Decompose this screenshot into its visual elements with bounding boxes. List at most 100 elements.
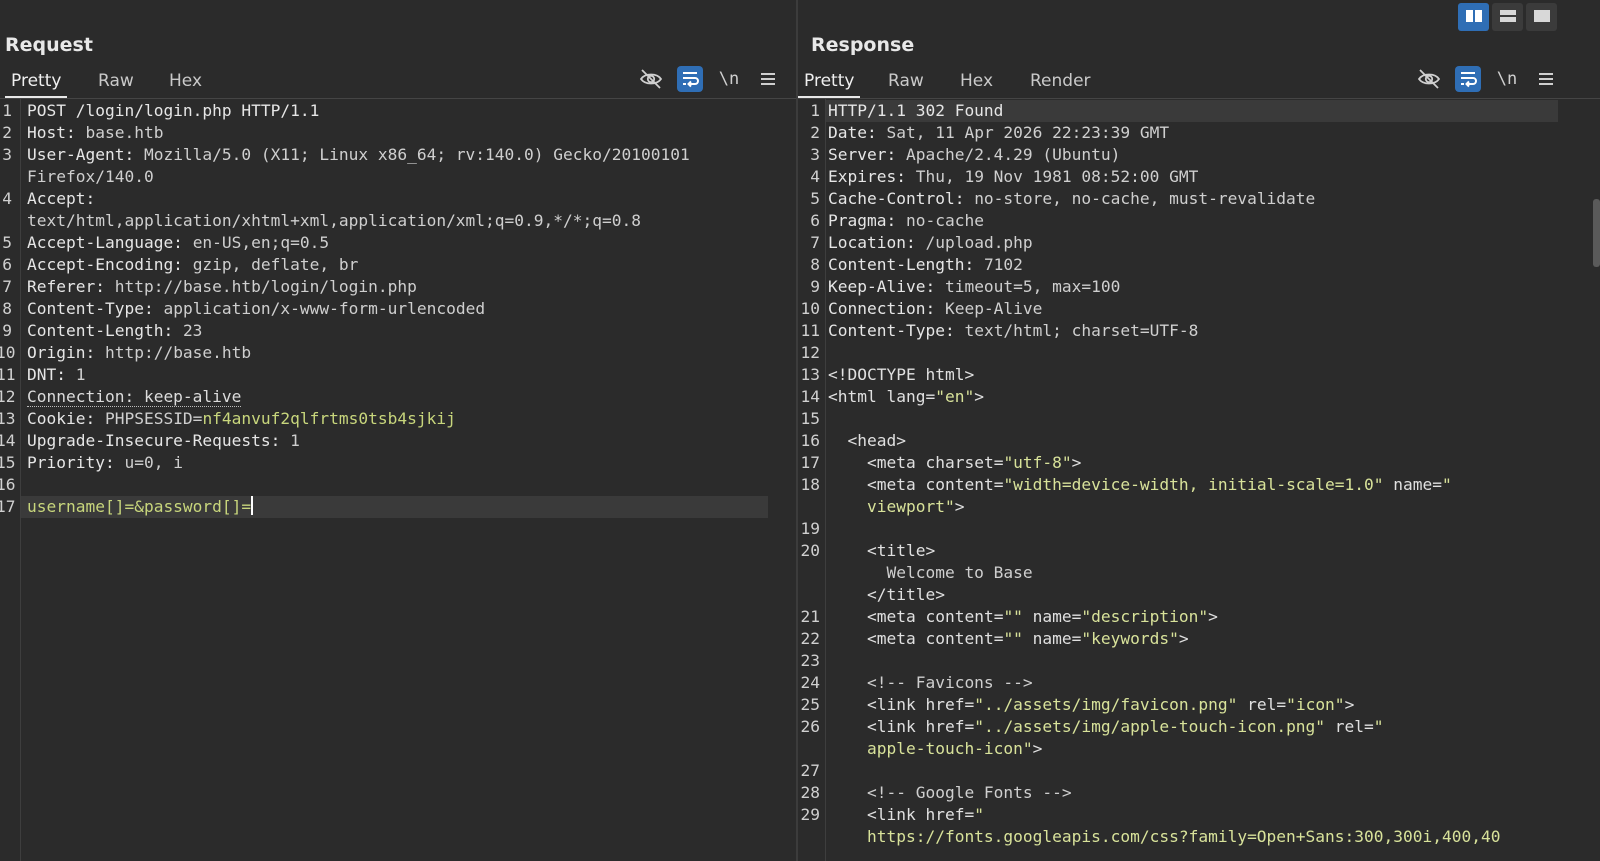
code-token: Connection: [828, 299, 945, 318]
code-text: Pragma: no-cache [828, 210, 984, 232]
newline-toggle[interactable]: \n [716, 66, 742, 92]
response-tab-render[interactable]: Render [1024, 66, 1097, 97]
code-line[interactable]: 20 <title> Welcome to Base </title> [798, 540, 1600, 606]
code-token: "" [1003, 629, 1023, 648]
wrap-lines-icon[interactable] [677, 66, 703, 92]
code-line[interactable]: 10 Origin: http://base.htb [0, 342, 796, 364]
code-token: <meta [828, 629, 926, 648]
code-line[interactable]: 5 Accept-Language: en-US,en;q=0.5 [0, 232, 796, 254]
response-tab-pretty[interactable]: Pretty [798, 66, 861, 98]
hamburger-menu-icon[interactable] [755, 66, 781, 92]
code-token: Referer: [27, 277, 115, 296]
code-line[interactable]: 15 [798, 408, 1600, 430]
request-tab-hex[interactable]: Hex [163, 66, 208, 97]
code-line[interactable]: 29 <link href=" https://fonts.googleapis… [798, 804, 1600, 848]
code-token: "" [1003, 607, 1023, 626]
code-line[interactable]: 14 <html lang="en"> [798, 386, 1600, 408]
code-line[interactable]: 16 <head> [798, 430, 1600, 452]
code-line[interactable]: 5 Cache-Control: no-store, no-cache, must… [798, 188, 1600, 210]
code-line[interactable]: 7 Location: /upload.php [798, 232, 1600, 254]
code-line[interactable]: 15 Priority: u=0, i [0, 452, 796, 474]
line-number: 3 [810, 145, 820, 164]
code-line[interactable]: 1 POST /login/login.php HTTP/1.1 [0, 100, 796, 122]
line-number: 18 [800, 475, 821, 494]
code-token: 23 [182, 321, 203, 340]
code-line[interactable]: 6 Pragma: no-cache [798, 210, 1600, 232]
wrap-lines-icon[interactable] [1455, 66, 1481, 92]
code-line[interactable]: 9 Content-Length: 23 [0, 320, 796, 342]
code-line[interactable]: 4 Expires: Thu, 19 Nov 1981 08:52:00 GMT [798, 166, 1600, 188]
code-token: Upgrade-Insecure-Requests: [27, 431, 291, 450]
code-line[interactable]: 11 Content-Type: text/html; charset=UTF-8 [798, 320, 1600, 342]
response-tab-raw[interactable]: Raw [882, 66, 930, 97]
request-tab-pretty[interactable]: Pretty [5, 66, 68, 98]
eye-off-icon[interactable] [1416, 66, 1442, 92]
code-line[interactable]: 18 <meta content="width=device-width, in… [798, 474, 1600, 518]
code-line[interactable]: 25 <link href="../assets/img/favicon.png… [798, 694, 1600, 716]
response-tab-hex[interactable]: Hex [954, 66, 999, 97]
code-token: lang= [886, 387, 936, 406]
code-line[interactable]: 1 HTTP/1.1 302 Found [798, 100, 1600, 122]
code-line[interactable]: 9 Keep-Alive: timeout=5, max=100 [798, 276, 1600, 298]
code-line[interactable]: 13 Cookie: PHPSESSID=nf4anvuf2qlfrtms0tsb… [0, 408, 796, 430]
code-line[interactable]: 21 <meta content="" name="description"> [798, 606, 1600, 628]
code-text: Accept-Language: en-US,en;q=0.5 [27, 232, 329, 254]
code-line[interactable]: 2 Date: Sat, 11 Apr 2026 22:23:39 GMT [798, 122, 1600, 144]
code-line[interactable]: 8 Content-Type: application/x-www-form-ur… [0, 298, 796, 320]
code-token: > [1208, 607, 1218, 626]
code-line[interactable]: 23 [798, 650, 1600, 672]
code-token: Priority: [27, 453, 125, 472]
line-number: 5 [810, 189, 820, 208]
response-editor[interactable]: 1 HTTP/1.1 302 Found 2 Date: Sat, 11 Apr 20… [798, 99, 1600, 861]
line-number: 15 [800, 409, 821, 428]
code-line[interactable]: 3 User-Agent: Mozilla/5.0 (X11; Linux x86… [0, 144, 796, 188]
line-number: 4 [2, 189, 12, 208]
code-line[interactable]: 13 <!DOCTYPE html> [798, 364, 1600, 386]
code-line[interactable]: 12 [798, 342, 1600, 364]
code-line[interactable]: 7 Referer: http://base.htb/login/login.ph… [0, 276, 796, 298]
code-token: "description" [1081, 607, 1209, 626]
code-token: <meta [828, 453, 926, 472]
code-token: " [974, 805, 984, 824]
code-token: <link [828, 695, 926, 714]
code-line[interactable]: 27 [798, 760, 1600, 782]
code-line[interactable]: 6 Accept-Encoding: gzip, deflate, br [0, 254, 796, 276]
code-token: Thu, 19 Nov 1981 08:52:00 GMT [915, 167, 1199, 186]
request-title: Request [5, 34, 93, 56]
code-token: Content-Length: [828, 255, 984, 274]
code-line[interactable]: 17 username[]=&password[]= [0, 496, 796, 518]
code-line[interactable]: 10 Connection: Keep-Alive [798, 298, 1600, 320]
code-token: u=0, i [124, 453, 183, 472]
response-scrollbar[interactable] [1593, 199, 1600, 267]
code-line[interactable]: 3 Server: Apache/2.4.29 (Ubuntu) [798, 144, 1600, 166]
response-title: Response [811, 34, 915, 56]
code-line[interactable]: 11 DNT: 1 [0, 364, 796, 386]
request-tab-raw[interactable]: Raw [92, 66, 140, 97]
code-line[interactable]: 24 <!-- Favicons --> [798, 672, 1600, 694]
line-number: 6 [2, 255, 12, 274]
hamburger-menu-icon[interactable] [1533, 66, 1559, 92]
code-line[interactable]: 19 [798, 518, 1600, 540]
code-text: <meta charset="utf-8"> [828, 452, 1081, 474]
code-line[interactable]: 4 Accept: text/html,application/xhtml+xml,… [0, 188, 796, 232]
line-number: 17 [800, 453, 821, 472]
code-line[interactable]: 12 Connection: keep-alive [0, 386, 796, 408]
line-number: 25 [800, 695, 821, 714]
eye-off-icon[interactable] [638, 66, 664, 92]
code-line[interactable]: 8 Content-Length: 7102 [798, 254, 1600, 276]
code-line[interactable]: 22 <meta content="" name="keywords"> [798, 628, 1600, 650]
code-text: User-Agent: Mozilla/5.0 (X11; Linux x86_… [27, 144, 690, 166]
code-line[interactable]: 16 [0, 474, 796, 496]
request-editor[interactable]: 1 POST /login/login.php HTTP/1.1 2 Host: ba… [0, 99, 796, 861]
code-line[interactable]: 2 Host: base.htb [0, 122, 796, 144]
code-line[interactable]: 26 <link href="../assets/img/apple-touch… [798, 716, 1600, 760]
line-number: 1 [2, 101, 12, 120]
code-text: <html lang="en"> [828, 386, 984, 408]
code-line[interactable]: 17 <meta charset="utf-8"> [798, 452, 1600, 474]
code-line[interactable]: 14 Upgrade-Insecure-Requests: 1 [0, 430, 796, 452]
code-line[interactable]: 28 <!-- Google Fonts --> [798, 782, 1600, 804]
code-token: content= [925, 629, 1004, 648]
newline-toggle[interactable]: \n [1494, 66, 1520, 92]
code-text: Date: Sat, 11 Apr 2026 22:23:39 GMT [828, 122, 1169, 144]
code-token: HTTP/1.1 302 Found [828, 101, 1004, 120]
